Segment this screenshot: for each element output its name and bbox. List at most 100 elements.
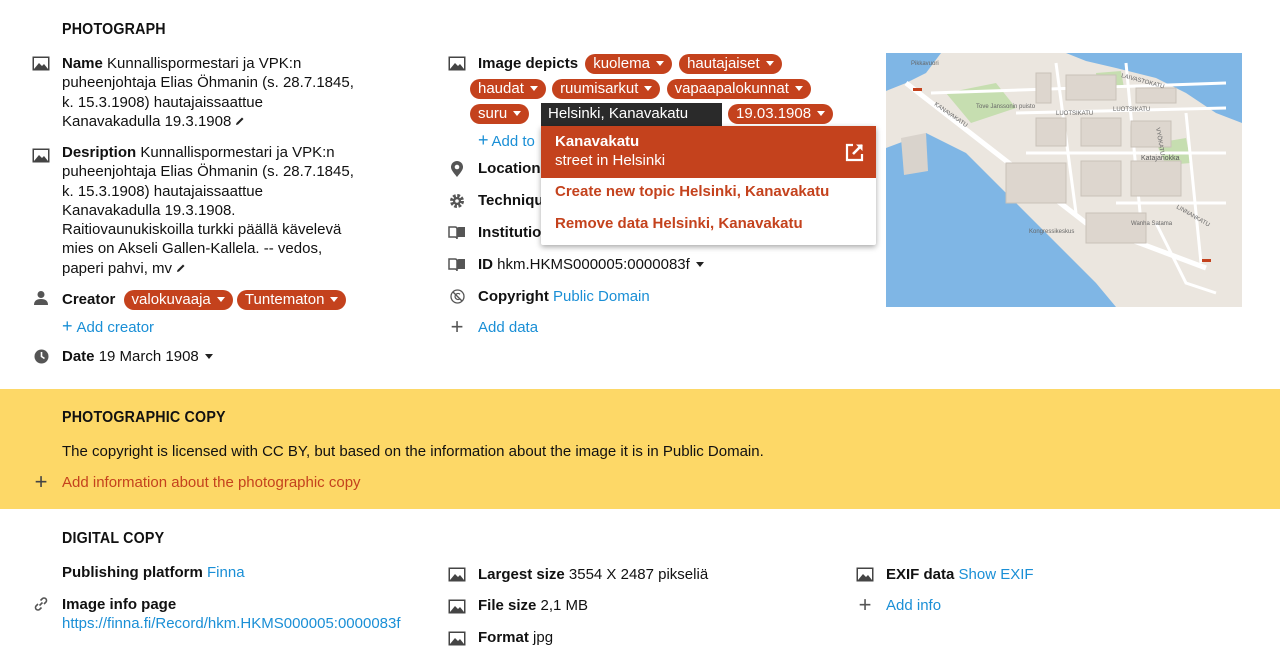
- book-icon: [448, 224, 466, 242]
- chevron-down-icon: [330, 297, 339, 302]
- creator-tag[interactable]: valokuvaaja: [123, 290, 233, 310]
- technique-label[interactable]: Techniqu: [478, 192, 544, 209]
- depicts-tag[interactable]: haudat: [470, 79, 546, 99]
- image-info-page-label: Image info page: [62, 596, 177, 613]
- image-icon: [32, 146, 50, 164]
- topic-suggestion-dropdown: Kanavakatu street in Helsinki Create new…: [541, 126, 876, 245]
- location-pin-icon: [448, 160, 466, 178]
- copyright-label: Copyright: [478, 288, 549, 305]
- clock-icon: [32, 347, 50, 365]
- name-line-3: k. 15.3.1908) hautajaissaattue: [62, 93, 263, 111]
- date-label: Date: [62, 348, 95, 365]
- chevron-down-icon: [817, 111, 826, 116]
- chevron-down-icon: [529, 86, 538, 91]
- plus-icon: +: [478, 130, 489, 150]
- format-field: Format jpg: [478, 629, 553, 646]
- chevron-down-icon: [513, 111, 522, 116]
- chevron-down-icon: [695, 262, 704, 267]
- file-size-field: File size 2,1 MB: [478, 597, 588, 614]
- map-label: LUOTSIKATU: [1056, 111, 1093, 117]
- depicts-tag[interactable]: 19.03.1908: [728, 104, 834, 124]
- id-field[interactable]: ID hkm.HKMS000005:0000083f: [478, 256, 704, 273]
- link-icon: [32, 595, 50, 613]
- show-exif-link[interactable]: Show EXIF: [959, 566, 1034, 583]
- creator-label: Creator: [62, 291, 116, 308]
- date-field[interactable]: Date 19 March 1908: [62, 348, 213, 365]
- creator-row: Creator valokuvaaja Tuntematon: [62, 290, 347, 310]
- name-field[interactable]: Name Kunnallispormestari ja VPK:n puheen…: [62, 54, 402, 131]
- map-label: LUOTSIKATU: [1113, 107, 1150, 113]
- largest-size-field: Largest size 3554 X 2487 pikseliä: [478, 566, 708, 583]
- suggestion-item-kanavakatu[interactable]: Kanavakatu street in Helsinki: [541, 126, 876, 178]
- book-icon: [448, 256, 466, 274]
- add-topic-link[interactable]: + Add to: [478, 130, 535, 151]
- file-size-value: 2,1 MB: [540, 597, 589, 614]
- image-icon: [448, 597, 466, 615]
- depicts-search-input[interactable]: Helsinki, Kanavakatu: [541, 103, 722, 126]
- depicts-tag[interactable]: vapaapalokunnat: [666, 79, 811, 99]
- image-depicts-label: Image depicts: [478, 55, 579, 72]
- format-value: jpg: [533, 629, 554, 646]
- map-label: Pikkavuori: [911, 61, 939, 67]
- description-line-6: mies on Akseli Gallen-Kallela. -- vedos,: [62, 240, 323, 258]
- description-line-5: Raitiovaunukiskoilla turkki päällä kävel…: [62, 221, 342, 239]
- format-label: Format: [478, 629, 529, 646]
- location-map[interactable]: Pikkavuori LAIVASTOKATU KANAVAKATU LUOTS…: [886, 53, 1242, 307]
- map-label: Katajanokka: [1141, 155, 1180, 162]
- name-line-4: Kanavakadulla 19.3.1908: [62, 112, 232, 130]
- section-heading-photographic-copy: PHOTOGRAPHIC COPY: [62, 409, 226, 426]
- creator-tag[interactable]: Tuntematon: [236, 290, 347, 310]
- image-depicts-row-1: Image depicts kuolema hautajaiset: [478, 54, 782, 74]
- image-icon: [448, 629, 466, 647]
- create-topic-option[interactable]: Create new topic Helsinki, Kanavakatu: [555, 183, 829, 200]
- id-label: ID: [478, 256, 493, 273]
- description-line-1: Kunnallispormestari ja VPK:n: [140, 144, 335, 161]
- suggestion-title: Kanavakatu: [555, 133, 640, 150]
- institution-label[interactable]: Institution: [478, 224, 550, 241]
- exif-label: EXIF data: [886, 566, 955, 583]
- image-icon: [856, 565, 874, 583]
- description-line-7: paperi pahvi, mv: [62, 259, 173, 277]
- remove-data-option[interactable]: Remove data Helsinki, Kanavakatu: [555, 215, 803, 232]
- copyright-field: Copyright Public Domain: [478, 288, 650, 305]
- image-icon: [448, 54, 466, 72]
- description-line-3: k. 15.3.1908) hautajaissaattue: [62, 182, 263, 200]
- publishing-platform-field: Publishing platform Finna: [62, 564, 245, 581]
- add-creator-link[interactable]: + Add creator: [62, 316, 154, 337]
- plus-icon: +: [450, 314, 464, 339]
- chevron-down-icon: [644, 86, 653, 91]
- chevron-down-icon: [794, 86, 803, 91]
- gear-icon: [448, 192, 466, 210]
- depicts-tag[interactable]: ruumisarkut: [552, 79, 661, 99]
- publishing-platform-label: Publishing platform: [62, 564, 203, 581]
- copyright-link[interactable]: Public Domain: [553, 288, 650, 305]
- map-label: Kongressikeskus: [1029, 229, 1074, 235]
- description-field[interactable]: Desription Kunnallispormestari ja VPK:n …: [62, 143, 402, 278]
- depicts-tag[interactable]: hautajaiset: [679, 54, 782, 74]
- location-label[interactable]: Location: [478, 160, 541, 177]
- chevron-down-icon: [204, 354, 213, 359]
- edit-pencil-icon[interactable]: [235, 113, 245, 130]
- chevron-down-icon: [655, 61, 664, 66]
- add-info-link[interactable]: Add info: [886, 597, 941, 614]
- image-depicts-row-2: haudat ruumisarkut vapaapalokunnat: [470, 79, 811, 99]
- largest-size-label: Largest size: [478, 566, 565, 583]
- description-line-2: puheenjohtaja Elias Öhmanin (s. 28.7.184…: [62, 163, 354, 181]
- image-info-page-link[interactable]: https://finna.fi/Record/hkm.HKMS000005:0…: [62, 615, 401, 632]
- name-line-2: puheenjohtaja Elias Öhmanin (s. 28.7.184…: [62, 74, 354, 92]
- depicts-tag[interactable]: kuolema: [585, 54, 672, 74]
- file-size-label: File size: [478, 597, 537, 614]
- map-label: Wanha Satama: [1131, 221, 1173, 227]
- publishing-platform-link[interactable]: Finna: [207, 564, 245, 581]
- depicts-tag[interactable]: suru: [470, 104, 530, 124]
- description-label: Desription: [62, 144, 137, 161]
- external-link-icon[interactable]: [845, 143, 864, 166]
- add-data-link[interactable]: Add data: [478, 319, 538, 336]
- edit-pencil-icon[interactable]: [176, 260, 186, 277]
- plus-icon: +: [858, 592, 872, 617]
- map-label: Tove Janssonin puisto: [976, 104, 1036, 110]
- date-value: 19 March 1908: [98, 348, 199, 365]
- image-icon: [32, 54, 50, 72]
- chevron-down-icon: [765, 61, 774, 66]
- add-photographic-copy-info-link[interactable]: Add information about the photographic c…: [62, 474, 361, 491]
